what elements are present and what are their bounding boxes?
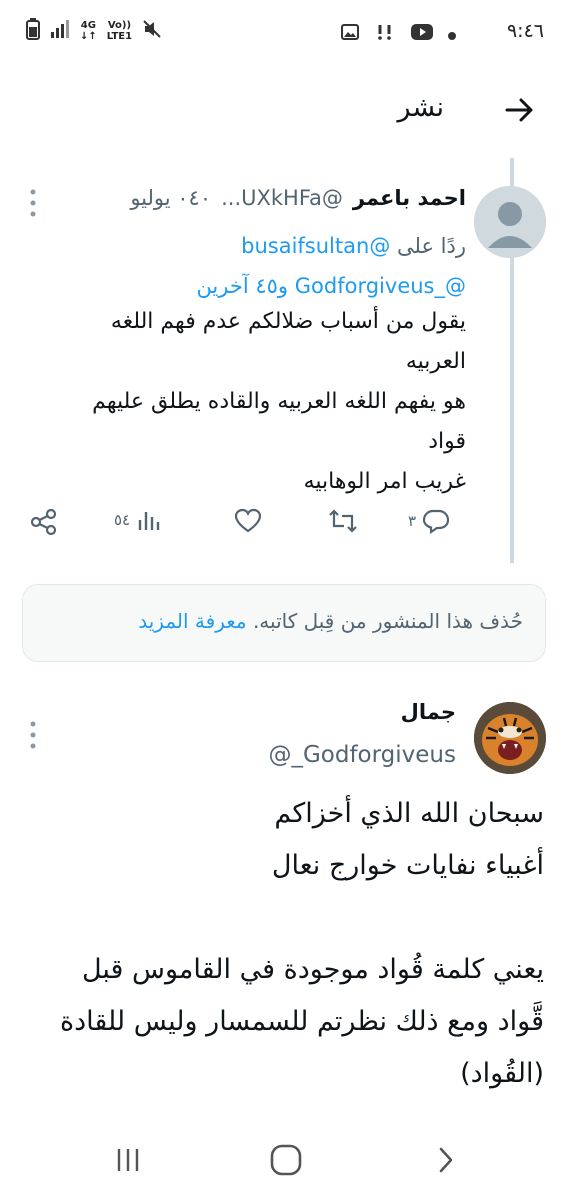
arrow-right-icon bbox=[505, 98, 533, 122]
recents-button[interactable] bbox=[108, 1140, 148, 1180]
dot-icon bbox=[448, 25, 456, 44]
volte-label: Vo)) LTE1 bbox=[106, 20, 133, 42]
author-handle[interactable]: @UXkHFa... bbox=[221, 186, 343, 210]
home-button[interactable] bbox=[266, 1140, 306, 1180]
home-icon bbox=[270, 1144, 302, 1176]
battery-icon bbox=[26, 18, 40, 44]
reply-mention[interactable]: @busaifsultan bbox=[241, 234, 390, 258]
more-options-button[interactable] bbox=[28, 188, 38, 222]
mute-icon bbox=[142, 19, 162, 43]
status-bar: ٩:٤٦ 4G ↓↑ Vo)) LTE1 bbox=[0, 0, 568, 66]
more-options-button[interactable] bbox=[28, 720, 38, 754]
tweet-text: يقول من أسباب ضلالكم عدم فهم اللغه العرب… bbox=[92, 309, 466, 494]
views-icon bbox=[138, 512, 160, 530]
status-icons-left: 4G ↓↑ Vo)) LTE1 bbox=[26, 18, 162, 44]
author-name[interactable]: احمد باعمر bbox=[353, 186, 466, 210]
status-time: ٩:٤٦ bbox=[506, 20, 544, 42]
notice-text: حُذف هذا المنشور من قِبل كاتبه. bbox=[252, 609, 523, 633]
reply-button[interactable]: ٣ bbox=[408, 508, 450, 534]
deleted-post-notice: حُذف هذا المنشور من قِبل كاتبه. معرفة ال… bbox=[22, 584, 546, 662]
youtube-icon bbox=[410, 23, 434, 45]
back-nav-button[interactable] bbox=[426, 1140, 466, 1180]
signal-icon bbox=[50, 20, 70, 42]
system-nav-bar bbox=[0, 1118, 568, 1200]
share-icon bbox=[30, 508, 57, 536]
tweet-actions: ٥٤ ٣ bbox=[30, 508, 460, 548]
tweet-text: سبحان الله الذي أخزاكم أغبياء نفايات خوا… bbox=[59, 798, 544, 1089]
tiger-avatar-image bbox=[474, 702, 546, 774]
reply-count: ٣ bbox=[408, 512, 417, 530]
views-button[interactable]: ٥٤ bbox=[114, 508, 160, 532]
reply-mention[interactable]: @_Godforgiveus bbox=[295, 274, 466, 298]
repost-icon bbox=[329, 509, 357, 533]
reply-others-link[interactable]: و٤٥ آخرين bbox=[196, 274, 288, 298]
reply-prefix: ردًا على bbox=[397, 234, 466, 258]
learn-more-link[interactable]: معرفة المزيد bbox=[138, 609, 246, 633]
tweet1-header: احمد باعمر @UXkHFa... ٠٤٠ يوليو bbox=[130, 186, 466, 210]
author-handle[interactable]: @_Godforgiveus bbox=[268, 742, 456, 768]
page-title: نشر bbox=[397, 92, 445, 123]
back-button[interactable] bbox=[500, 90, 540, 130]
tweet-date[interactable]: ٠٤٠ يوليو bbox=[130, 186, 211, 210]
alert-icon bbox=[374, 22, 396, 46]
reply-context: ردًا على @busaifsultan @_Godforgiveus و٤… bbox=[196, 226, 466, 306]
status-icons-right bbox=[340, 22, 456, 46]
views-count: ٥٤ bbox=[114, 511, 131, 529]
avatar[interactable] bbox=[474, 186, 546, 258]
like-button[interactable] bbox=[234, 508, 268, 534]
back-chevron-icon bbox=[439, 1147, 453, 1173]
avatar[interactable] bbox=[474, 702, 546, 774]
default-avatar-icon bbox=[474, 186, 546, 258]
network-type: 4G ↓↑ bbox=[80, 20, 97, 42]
more-vertical-icon bbox=[30, 721, 36, 749]
author-name[interactable]: جمال bbox=[401, 700, 456, 724]
more-vertical-icon bbox=[30, 189, 36, 217]
share-button[interactable] bbox=[30, 508, 58, 536]
recents-icon bbox=[117, 1149, 139, 1171]
image-icon bbox=[340, 22, 360, 46]
header: نشر bbox=[0, 66, 568, 154]
heart-icon bbox=[234, 508, 262, 533]
reply-icon bbox=[422, 509, 450, 534]
repost-button[interactable] bbox=[328, 508, 364, 534]
